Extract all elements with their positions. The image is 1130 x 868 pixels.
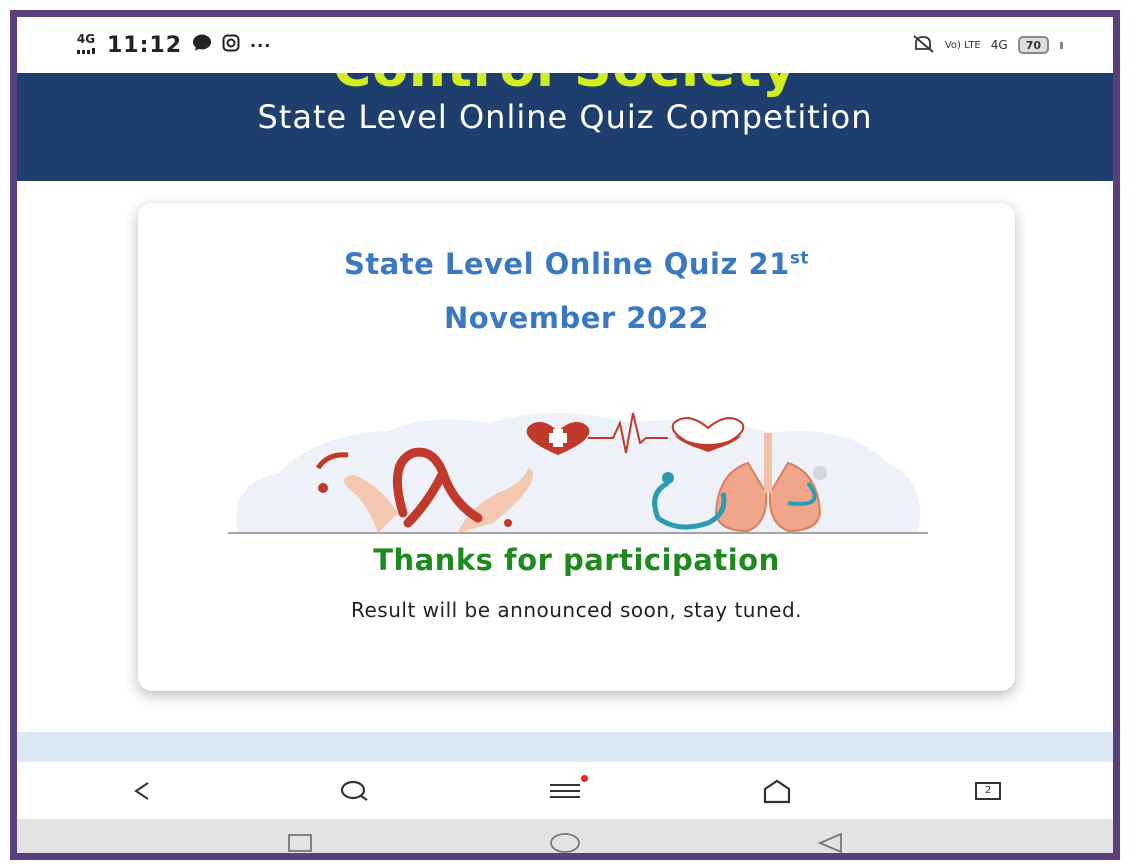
back-button[interactable] [117,771,167,811]
search-icon [340,780,368,801]
organization-name: Control Society [17,73,1113,99]
back-triangle-icon [818,832,843,853]
battery-icon [1060,41,1063,49]
footer-strip [17,732,1113,762]
system-back-button[interactable] [810,828,850,853]
result-card: State Level Online Quiz 21st November 20… [138,203,1015,691]
health-illustration [228,412,928,534]
search-button[interactable] [329,771,379,811]
quiz-title-date: November 2022 [443,301,710,335]
network-type: 4G [76,32,96,46]
instagram-icon [222,34,240,56]
home-circle-icon [550,833,580,853]
thanks-message: Thanks for participation [373,543,780,577]
quiz-title-main: State Level Online Quiz 21 [343,247,790,281]
result-message: Result will be announced soon, stay tune… [351,598,802,622]
mute-icon [913,34,935,56]
tabs-icon: 2 [975,781,1001,800]
menu-icon [550,783,580,798]
browser-toolbar: 2 [17,762,1113,819]
status-time: 11:12 [107,32,183,58]
recents-button[interactable] [280,828,320,853]
notification-dot [581,774,588,782]
system-navigation-bar [17,819,1113,853]
home-icon [763,779,790,803]
back-icon [134,781,149,800]
page-content: State Level Online Quiz 21st November 20… [17,181,1113,761]
signal-icon: 4G [75,32,97,56]
quiz-title: State Level Online Quiz 21st November 20… [138,237,1015,345]
battery-level: 70 [1025,38,1041,52]
header-banner: Control Society State Level Online Quiz … [17,73,1113,181]
recents-icon [287,834,312,852]
carrier-label: Vo) LTE [944,39,981,51]
status-bar: 4G 11:12 ··· Vo) LTE 4G 70 [17,17,1113,73]
right-network-type: 4G [990,38,1008,52]
home-button[interactable] [752,771,802,811]
page-title: State Level Online Quiz Competition [257,98,873,136]
quiz-title-suffix: st [789,248,810,269]
chat-icon [192,34,212,56]
status-more: ··· [250,35,272,55]
battery-indicator: 70 [1017,36,1049,54]
photo-frame: 4G 11:12 ··· Vo) LTE 4G 70 Control Socie [10,10,1120,860]
tabs-button[interactable]: 2 [963,771,1013,811]
system-home-button[interactable] [545,828,585,853]
menu-button[interactable] [540,771,590,811]
